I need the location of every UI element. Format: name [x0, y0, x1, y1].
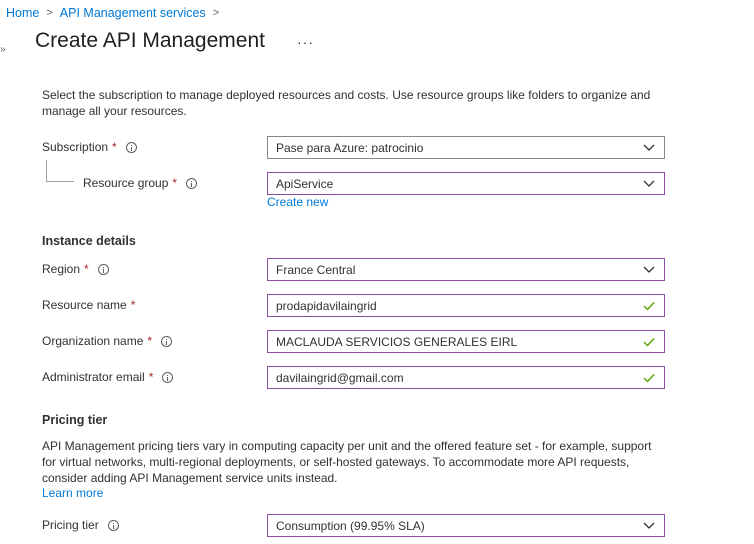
resource-name-label: Resource name *: [42, 298, 135, 312]
required-marker: *: [130, 298, 136, 312]
pricing-tier-dropdown[interactable]: Consumption (99.95% SLA): [267, 514, 665, 537]
tree-connector-line: [46, 160, 47, 182]
resource-name-label-text: Resource name: [42, 298, 127, 312]
subscription-value: Pase para Azure: patrocinio: [276, 140, 424, 155]
tree-connector-line: [46, 181, 74, 182]
pricing-tier-label-text: Pricing tier: [42, 518, 99, 532]
intro-text: Select the subscription to manage deploy…: [42, 88, 651, 118]
more-options-icon[interactable]: ···: [297, 34, 314, 50]
subscription-dropdown[interactable]: Pase para Azure: patrocinio: [267, 136, 665, 159]
breadcrumb-separator-icon: >: [46, 7, 53, 19]
resource-group-label: Resource group *: [83, 176, 198, 190]
administrator-email-label-text: Administrator email: [42, 370, 145, 384]
chevron-down-icon: [634, 137, 664, 158]
organization-name-label-text: Organization name: [42, 334, 144, 348]
chevron-down-icon: [634, 173, 664, 194]
pricing-description: API Management pricing tiers vary in com…: [42, 439, 652, 485]
organization-name-input[interactable]: MACLAUDA SERVICIOS GENERALES EIRL: [267, 330, 665, 353]
info-icon[interactable]: [125, 141, 137, 153]
pricing-tier-heading: Pricing tier: [42, 413, 108, 427]
required-marker: *: [172, 176, 178, 190]
checkmark-icon: [634, 295, 664, 316]
subscription-label-text: Subscription: [42, 140, 109, 154]
breadcrumb-home-link[interactable]: Home: [6, 6, 39, 20]
subscription-label: Subscription *: [42, 140, 137, 154]
required-marker: *: [112, 140, 117, 154]
resource-name-input[interactable]: prodapidavilaingrid: [267, 294, 665, 317]
region-value: France Central: [276, 262, 356, 277]
breadcrumb-services-link[interactable]: API Management services: [60, 6, 206, 20]
chevron-down-icon: [634, 259, 664, 280]
required-marker: *: [84, 262, 89, 276]
info-icon[interactable]: [162, 371, 174, 383]
region-label: Region *: [42, 262, 109, 276]
checkmark-icon: [634, 331, 664, 352]
info-icon[interactable]: [97, 263, 109, 275]
page-title: Create API Management: [35, 29, 265, 52]
pricing-tier-value: Consumption (99.95% SLA): [276, 518, 425, 533]
info-icon[interactable]: [161, 335, 173, 347]
breadcrumb: Home > API Management services >: [6, 6, 226, 20]
pricing-tier-label: Pricing tier: [42, 518, 119, 532]
breadcrumb-separator-icon: >: [212, 7, 220, 19]
learn-more-link[interactable]: Learn more: [42, 486, 103, 500]
region-dropdown[interactable]: France Central: [267, 258, 665, 281]
administrator-email-label: Administrator email *: [42, 370, 174, 384]
info-icon[interactable]: [186, 177, 198, 189]
administrator-email-input[interactable]: davilaingrid@gmail.com: [267, 366, 665, 389]
checkmark-icon: [634, 367, 664, 388]
resource-group-value: ApiService: [276, 176, 334, 191]
chevron-down-icon: [634, 515, 664, 536]
administrator-email-value: davilaingrid@gmail.com: [276, 370, 404, 385]
expand-sidebar-icon[interactable]: »: [0, 44, 5, 55]
organization-name-label: Organization name *: [42, 334, 173, 348]
organization-name-value: MACLAUDA SERVICIOS GENERALES EIRL: [276, 334, 518, 349]
instance-details-heading: Instance details: [42, 234, 136, 248]
resource-name-value: prodapidavilaingrid: [276, 298, 377, 313]
resource-group-dropdown[interactable]: ApiService: [267, 172, 665, 195]
info-icon[interactable]: [107, 519, 119, 531]
region-label-text: Region: [42, 262, 81, 276]
required-marker: *: [148, 370, 154, 384]
resource-group-label-text: Resource group: [83, 176, 169, 190]
create-new-link[interactable]: Create new: [267, 195, 328, 209]
required-marker: *: [147, 334, 153, 348]
